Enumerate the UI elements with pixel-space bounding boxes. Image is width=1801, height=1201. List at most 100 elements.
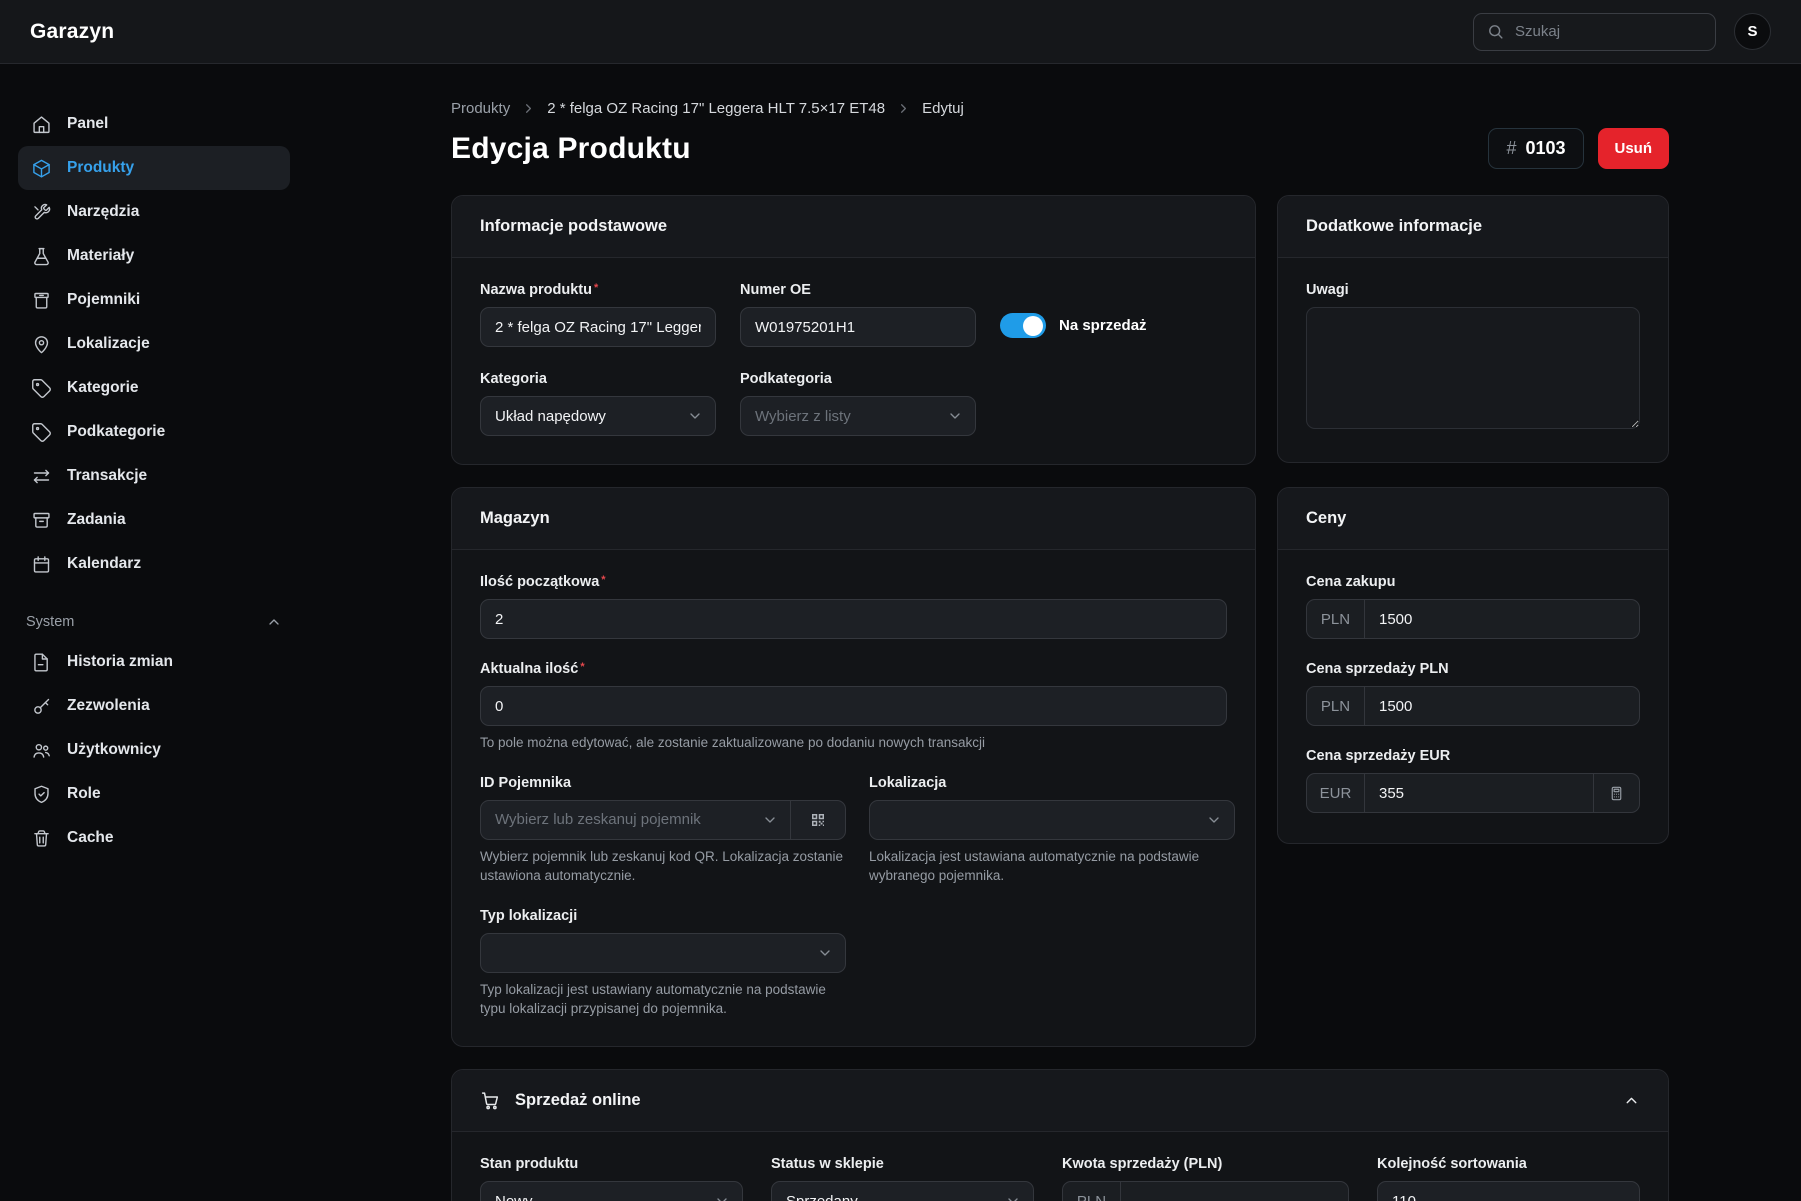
shop-status-label: Status w sklepie	[771, 1156, 1034, 1172]
location-label: Lokalizacja	[869, 775, 1235, 791]
shop-status-select[interactable]: Sprzedany	[771, 1181, 1034, 1201]
location-type-field-block: Typ lokalizacji Typ lokalizacji jest ust…	[480, 908, 846, 1019]
chevron-down-icon	[714, 1193, 730, 1201]
sidebar-item-podkategorie[interactable]: Podkategorie	[18, 410, 290, 454]
subcategory-select[interactable]: Wybierz z listy	[740, 396, 976, 436]
users-icon	[31, 740, 52, 761]
sale-price-pln-input[interactable]	[1365, 687, 1639, 725]
container-id-select[interactable]: Wybierz lub zeskanuj pojemnik	[481, 801, 790, 839]
sidebar-item-label: Cache	[67, 829, 114, 847]
file-text-icon	[31, 652, 52, 673]
sort-order-field-block: Kolejność sortowania	[1377, 1156, 1640, 1201]
sale-amount-field-block: Kwota sprzedaży (PLN) PLN	[1062, 1156, 1349, 1201]
chevron-down-icon	[817, 945, 833, 961]
current-qty-input[interactable]	[480, 686, 1227, 726]
sidebar-item-historia-zmian[interactable]: Historia zmian	[18, 640, 290, 684]
sidebar-item-transakcje[interactable]: Transakcje	[18, 454, 290, 498]
qr-scan-button[interactable]	[791, 801, 845, 839]
sidebar-item-narzedzia[interactable]: Narzędzia	[18, 190, 290, 234]
current-qty-label: Aktualna ilość*	[480, 661, 1227, 677]
condition-select[interactable]: Nowy	[480, 1181, 743, 1201]
notes-textarea[interactable]	[1306, 307, 1640, 429]
user-avatar[interactable]: S	[1734, 13, 1771, 50]
required-asterisk: *	[580, 661, 584, 673]
oe-number-input[interactable]	[740, 307, 976, 347]
category-select[interactable]: Układ napędowy	[480, 396, 716, 436]
sale-amount-input[interactable]	[1121, 1182, 1348, 1201]
topbar: Garazyn S	[0, 0, 1801, 64]
location-type-select[interactable]	[480, 933, 846, 973]
container-id-placeholder: Wybierz lub zeskanuj pojemnik	[495, 811, 701, 828]
purchase-price-control: PLN	[1306, 599, 1640, 639]
sidebar-item-zadania[interactable]: Zadania	[18, 498, 290, 542]
search-input[interactable]	[1515, 23, 1703, 40]
initial-qty-input[interactable]	[480, 599, 1227, 639]
location-select[interactable]	[869, 800, 1235, 840]
breadcrumb-product[interactable]: 2 * felga OZ Racing 17" Leggera HLT 7.5×…	[547, 100, 885, 117]
breadcrumb-produkty[interactable]: Produkty	[451, 100, 510, 117]
tag-icon	[31, 422, 52, 443]
sidebar-item-panel[interactable]: Panel	[18, 102, 290, 146]
currency-prefix: PLN	[1063, 1182, 1121, 1201]
basic-info-card: Informacje podstawowe Nazwa produktu* Nu…	[451, 195, 1256, 465]
subcategory-placeholder: Wybierz z listy	[755, 408, 851, 425]
additional-info-header: Dodatkowe informacje	[1278, 196, 1668, 258]
sidebar-item-label: Podkategorie	[67, 423, 165, 441]
product-name-input[interactable]	[480, 307, 716, 347]
sidebar-item-produkty[interactable]: Produkty	[18, 146, 290, 190]
trash-icon	[31, 828, 52, 849]
for-sale-toggle[interactable]	[1000, 313, 1046, 338]
toggle-knob	[1023, 316, 1043, 336]
sidebar-item-kategorie[interactable]: Kategorie	[18, 366, 290, 410]
sale-price-eur-control: EUR	[1306, 773, 1640, 813]
sidebar-item-materialy[interactable]: Materiały	[18, 234, 290, 278]
subcategory-field-block: Podkategoria Wybierz z listy	[740, 371, 976, 436]
sidebar-item-label: Zadania	[67, 511, 126, 529]
sidebar-item-lokalizacje[interactable]: Lokalizacje	[18, 322, 290, 366]
hash-symbol: #	[1506, 138, 1516, 159]
location-type-helper: Typ lokalizacji jest ustawiany automatyc…	[480, 981, 846, 1019]
shield-check-icon	[31, 784, 52, 805]
chevron-up-icon[interactable]	[266, 614, 282, 630]
sale-price-eur-block: Cena sprzedaży EUR EUR	[1306, 748, 1640, 813]
sidebar-item-label: Produkty	[67, 159, 134, 177]
oe-number-field-block: Numer OE	[740, 282, 976, 347]
initial-qty-label: Ilość początkowa*	[480, 574, 1227, 590]
sort-order-input[interactable]	[1377, 1181, 1640, 1201]
sidebar-item-label: Historia zmian	[67, 653, 173, 671]
for-sale-label: Na sprzedaż	[1059, 317, 1147, 334]
sale-price-eur-input[interactable]	[1365, 774, 1593, 812]
currency-prefix: PLN	[1307, 600, 1365, 638]
location-helper: Lokalizacja jest ustawiana automatycznie…	[869, 848, 1235, 886]
qr-code-icon	[809, 811, 827, 829]
global-search[interactable]	[1473, 13, 1716, 51]
sidebar-item-uzytkownicy[interactable]: Użytkownicy	[18, 728, 290, 772]
card-title: Informacje podstawowe	[480, 217, 667, 236]
shopping-cart-icon	[480, 1090, 501, 1111]
sidebar-item-zezwolenia[interactable]: Zezwolenia	[18, 684, 290, 728]
main-content: Produkty 2 * felga OZ Racing 17" Leggera…	[308, 64, 1801, 1201]
currency-prefix: EUR	[1307, 774, 1365, 812]
collapse-chevron-up-icon[interactable]	[1623, 1092, 1640, 1109]
chevron-down-icon	[762, 812, 778, 828]
prices-card: Ceny Cena zakupu PLN Cena sprzedaży PLN …	[1277, 487, 1669, 844]
sale-amount-control: PLN	[1062, 1181, 1349, 1201]
initial-qty-field-block: Ilość początkowa*	[480, 574, 1227, 639]
sidebar-item-cache[interactable]: Cache	[18, 816, 290, 860]
sort-order-label: Kolejność sortowania	[1377, 1156, 1640, 1172]
purchase-price-input[interactable]	[1365, 600, 1639, 638]
section-label: System	[26, 614, 74, 630]
calculate-eur-button[interactable]	[1593, 774, 1639, 812]
sidebar-item-pojemniki[interactable]: Pojemniki	[18, 278, 290, 322]
sidebar-item-role[interactable]: Role	[18, 772, 290, 816]
sale-price-pln-control: PLN	[1306, 686, 1640, 726]
breadcrumb: Produkty 2 * felga OZ Racing 17" Leggera…	[451, 100, 1669, 117]
basic-info-header: Informacje podstawowe	[452, 196, 1255, 258]
cube-icon	[31, 158, 52, 179]
sidebar-item-kalendarz[interactable]: Kalendarz	[18, 542, 290, 586]
required-asterisk: *	[594, 282, 598, 294]
delete-button[interactable]: Usuń	[1598, 128, 1670, 169]
location-field-block: Lokalizacja Lokalizacja jest ustawiana a…	[869, 775, 1235, 886]
chevron-down-icon	[1005, 1193, 1021, 1201]
category-label: Kategoria	[480, 371, 716, 387]
